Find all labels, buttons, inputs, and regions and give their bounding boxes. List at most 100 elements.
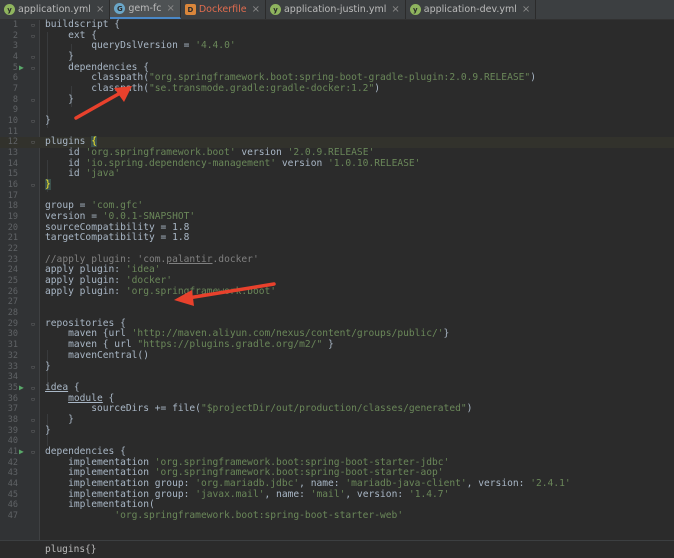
code-editor[interactable]: 1 ▫ buildscript {2 ▫ ext {3 queryDslVersion… [0, 19, 674, 540]
fold-marker-icon[interactable]: ▫ [31, 415, 35, 426]
code-line[interactable]: 32 mavenCentral() [0, 349, 674, 362]
code-line[interactable]: 38 ▫ } [0, 413, 674, 426]
fold-marker-icon[interactable]: ▫ [31, 20, 35, 31]
code-line[interactable]: 16 ▫} [0, 179, 674, 191]
code-text: } [45, 413, 74, 425]
line-number: 27 [7, 297, 18, 308]
line-number: 31 [7, 340, 18, 351]
editor-tab-label: application.yml [18, 4, 91, 15]
code-line[interactable]: 47 'org.springframework.boot:spring-boot… [0, 509, 674, 522]
close-tab-icon[interactable]: × [522, 4, 530, 15]
line-number: 33 [7, 361, 18, 372]
close-tab-icon[interactable]: × [391, 4, 399, 15]
editor-tab-label: Dockerfile [198, 4, 247, 15]
line-number: 38 [7, 414, 18, 425]
editor-tab[interactable]: y application.yml × [0, 0, 111, 19]
line-number: 22 [7, 244, 18, 255]
line-number: 2 [12, 30, 18, 41]
close-tab-icon[interactable]: × [166, 3, 174, 14]
run-gutter-icon[interactable]: ▶ [19, 447, 24, 458]
run-gutter-icon[interactable]: ▶ [19, 383, 24, 394]
line-number: 5 [12, 62, 18, 73]
code-text: id 'java' [45, 168, 121, 180]
line-number: 42 [7, 457, 18, 468]
code-line[interactable]: 34 [0, 372, 674, 383]
breadcrumb[interactable]: plugins{} [45, 544, 96, 555]
code-text: } [45, 93, 74, 105]
code-text: classpath("se.transmode.gradle:gradle-do… [45, 83, 381, 95]
yml-file-icon: y [269, 4, 281, 15]
run-gutter-icon[interactable]: ▶ [19, 63, 24, 74]
code-text: implementation group: 'org.mariadb.jdbc'… [45, 477, 571, 489]
code-line[interactable]: 15 id 'java' [0, 169, 674, 180]
code-line[interactable]: 27 [0, 297, 674, 308]
line-number: 23 [7, 254, 18, 265]
fold-marker-icon[interactable]: ▫ [31, 52, 35, 63]
fold-marker-icon[interactable]: ▫ [31, 362, 35, 373]
code-text: mavenCentral() [45, 349, 149, 361]
line-number: 29 [7, 318, 18, 329]
code-line[interactable]: 7 classpath("se.transmode.gradle:gradle-… [0, 83, 674, 95]
code-text: apply plugin: 'org.springframework.boot' [45, 285, 277, 297]
line-number: 17 [7, 190, 18, 201]
code-text: } [45, 179, 51, 191]
fold-marker-icon[interactable]: ▫ [31, 319, 35, 330]
fold-marker-icon[interactable]: ▫ [31, 447, 35, 458]
code-line[interactable]: 37 sourceDirs += file("$projectDir/out/p… [0, 403, 674, 415]
docker-file-icon: D [184, 4, 196, 15]
line-number: 45 [7, 489, 18, 500]
code-text: } [45, 115, 51, 127]
fold-marker-icon[interactable]: ▫ [31, 31, 35, 42]
line-number: 34 [7, 372, 18, 383]
code-line[interactable]: 8 ▫ } [0, 93, 674, 106]
editor-tab[interactable]: y application-dev.yml × [406, 0, 537, 19]
editor-tab[interactable]: Ggem-fc × [110, 0, 181, 19]
line-number: 16 [7, 180, 18, 191]
fold-marker-icon[interactable]: ▫ [31, 383, 35, 394]
line-number: 40 [7, 436, 18, 447]
code-lines: 1 ▫ buildscript {2 ▫ ext {3 queryDslVersion… [0, 19, 674, 522]
code-line[interactable]: 39 ▫} [0, 425, 674, 437]
line-number: 10 [7, 116, 18, 127]
yml-file-icon: y [4, 4, 15, 15]
fold-marker-icon[interactable]: ▫ [31, 95, 35, 106]
fold-marker-icon[interactable]: ▫ [31, 63, 35, 74]
code-line[interactable]: 11 [0, 127, 674, 138]
fold-marker-icon[interactable]: ▫ [31, 137, 35, 148]
line-number: 11 [7, 126, 18, 137]
gradle-file-icon: G [114, 3, 126, 14]
code-line[interactable]: 26 apply plugin: 'org.springframework.boo… [0, 285, 674, 298]
code-line[interactable]: 9 [0, 105, 674, 116]
editor-tab-bar: y application.yml × Ggem-fc × D Dockerfile × y ap… [0, 0, 674, 20]
line-number: 43 [7, 468, 18, 479]
fold-marker-icon[interactable]: ▫ [31, 116, 35, 127]
code-text: } [45, 360, 51, 372]
line-number: 47 [7, 510, 18, 521]
editor-tab[interactable]: y application-justin.yml × [266, 0, 406, 19]
line-number: 41 [7, 446, 18, 457]
code-text: 'org.springframework.boot:spring-boot-st… [114, 509, 404, 521]
yml-file-icon: y [409, 4, 421, 15]
line-number: 39 [7, 425, 18, 436]
editor-tab[interactable]: D Dockerfile × [181, 0, 266, 19]
line-number: 21 [7, 233, 18, 244]
line-number: 46 [7, 500, 18, 511]
code-line[interactable]: 1 ▫ buildscript { [0, 19, 674, 31]
code-line[interactable]: 33 ▫} [0, 360, 674, 373]
line-number: 28 [7, 308, 18, 319]
code-text: targetCompatibility = 1.8 [45, 232, 190, 244]
fold-marker-icon[interactable]: ▫ [31, 180, 35, 191]
code-line[interactable]: 21 targetCompatibility = 1.8 [0, 233, 674, 244]
line-number: 7 [12, 84, 18, 95]
fold-marker-icon[interactable]: ▫ [31, 426, 35, 437]
line-number: 18 [7, 201, 18, 212]
close-tab-icon[interactable]: × [252, 4, 260, 15]
line-number: 12 [7, 137, 18, 148]
fold-marker-icon[interactable]: ▫ [31, 394, 35, 405]
close-tab-icon[interactable]: × [96, 4, 104, 15]
code-line[interactable]: 10 ▫} [0, 115, 674, 127]
line-number: 19 [7, 212, 18, 223]
line-number: 1 [12, 20, 18, 30]
code-line[interactable]: 3 queryDslVersion = '4.4.0' [0, 41, 674, 52]
line-number: 32 [7, 350, 18, 361]
